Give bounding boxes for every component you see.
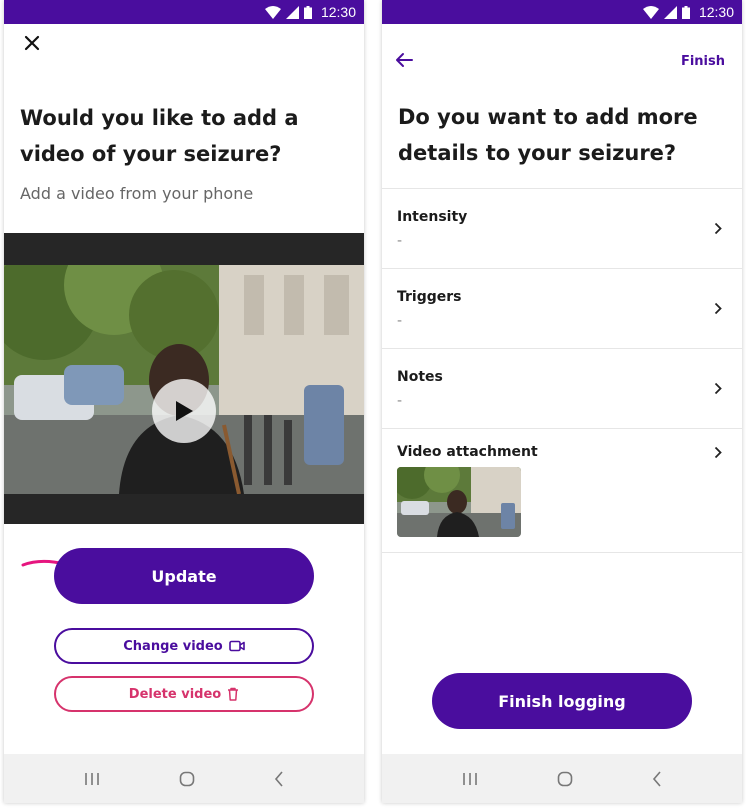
update-button[interactable]: Update [54,548,314,604]
status-time: 12:30 [698,4,734,20]
system-back-icon[interactable] [274,770,284,787]
home-icon[interactable] [179,771,195,787]
close-icon[interactable] [24,35,40,51]
detail-row-intensity[interactable]: Intensity - [382,188,742,268]
chevron-right-icon [714,222,722,235]
chevron-right-icon [714,382,722,395]
seizure-details-screen: 12:30 Finish Do you want to add more det… [382,0,742,803]
video-thumbnail[interactable] [397,467,521,537]
detail-row-triggers[interactable]: Triggers - [382,268,742,348]
page-title: Would you like to add a video of your se… [20,106,299,166]
row-label: Triggers [397,289,462,305]
play-button[interactable] [152,379,216,443]
detail-row-notes[interactable]: Notes - [382,348,742,428]
row-label: Intensity [397,209,468,225]
page-title: Do you want to add more details to your … [398,105,698,165]
arrow-left-icon[interactable] [395,52,413,68]
detail-row-video-attachment[interactable]: Video attachment [382,428,742,553]
delete-video-label: Delete video [128,686,222,702]
play-icon [176,401,193,421]
wifi-icon [264,5,281,19]
signal-icon [663,5,677,19]
change-video-label: Change video [123,638,223,654]
change-video-button[interactable]: Change video [54,628,314,664]
delete-video-button[interactable]: Delete video [54,676,314,712]
status-bar: 12:30 [4,0,364,24]
row-label: Video attachment [397,444,538,460]
finish-logging-button[interactable]: Finish logging [432,673,692,729]
battery-icon [681,5,690,19]
row-value: - [397,233,403,249]
finish-link[interactable]: Finish [681,54,725,69]
recents-icon[interactable] [462,772,478,786]
system-nav-bar [382,754,742,803]
add-video-screen: 12:30 Would you like to add a video of y… [4,0,364,803]
page-subtitle: Add a video from your phone [20,184,254,203]
system-back-icon[interactable] [652,770,662,787]
trash-icon [228,687,239,701]
recents-icon[interactable] [84,772,100,786]
home-icon[interactable] [557,771,573,787]
row-value: - [397,313,403,329]
video-preview [4,265,364,494]
details-list: Intensity - Triggers - Notes - Video att… [382,188,742,553]
signal-icon [285,5,299,19]
battery-icon [303,5,312,19]
status-bar: 12:30 [382,0,742,24]
row-value: - [397,393,403,409]
status-time: 12:30 [320,4,356,20]
system-nav-bar [4,754,364,803]
row-label: Notes [397,369,443,385]
video-player[interactable] [4,233,364,524]
chevron-right-icon [714,446,722,459]
wifi-icon [642,5,659,19]
chevron-right-icon [714,302,722,315]
video-camera-icon [228,640,245,652]
